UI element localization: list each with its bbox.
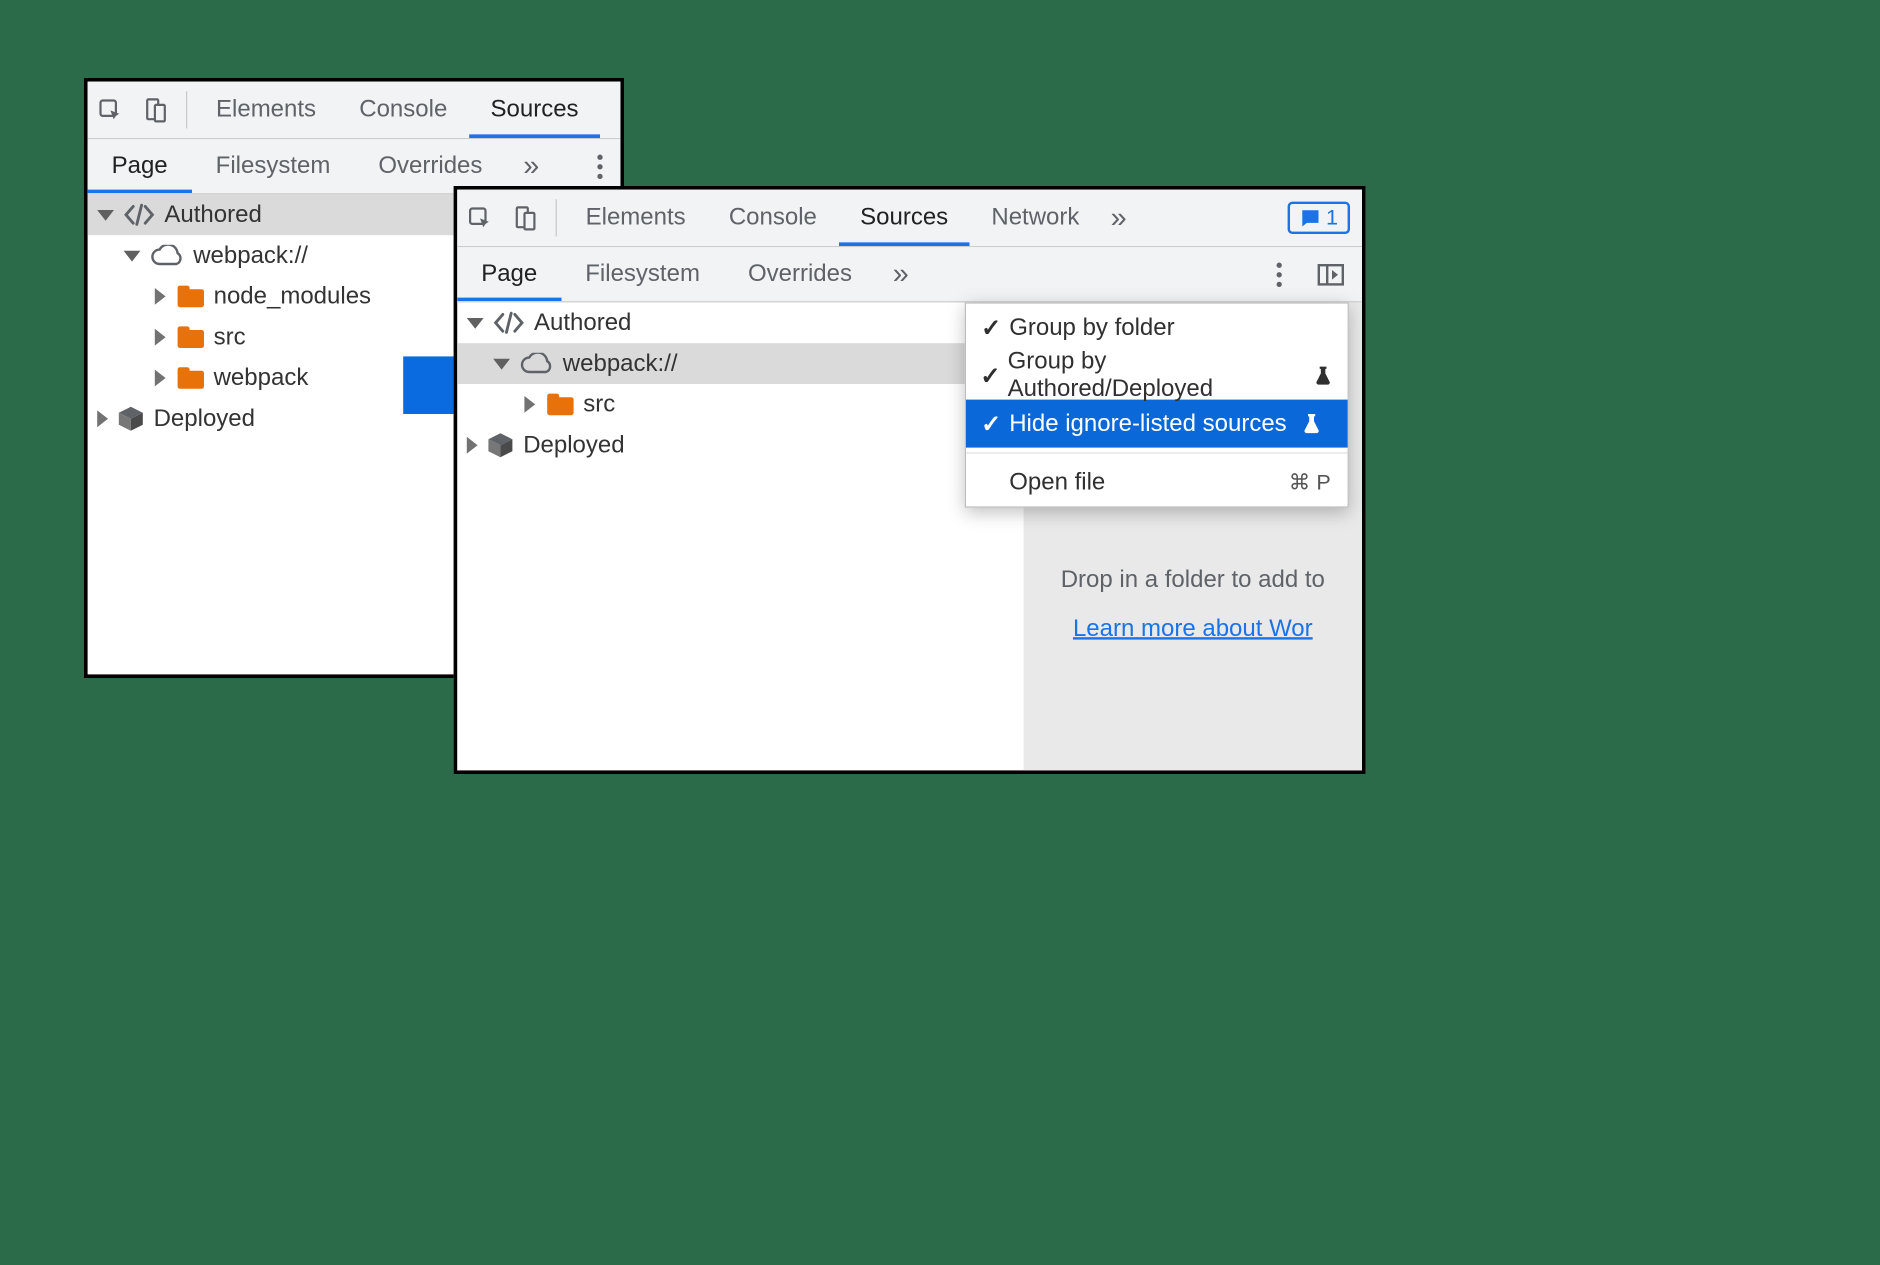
subtab-filesystem[interactable]: Filesystem (192, 139, 355, 193)
beaker-icon (1315, 366, 1331, 385)
device-toggle-icon[interactable] (503, 190, 549, 246)
menu-label: Group by Authored/Deployed (1008, 348, 1299, 403)
menu-group-by-folder[interactable]: ✓ Group by folder (966, 304, 1348, 352)
checkmark-icon: ✓ (978, 313, 1004, 343)
menu-group-by-authored[interactable]: ✓ Group by Authored/Deployed (966, 352, 1348, 400)
folder-icon (178, 326, 204, 348)
disclosure-down-icon (493, 358, 510, 369)
beaker-icon (1303, 414, 1320, 433)
tree-label: Authored (534, 309, 631, 337)
code-brackets-icon (493, 311, 524, 335)
folder-icon (178, 367, 204, 389)
menu-separator (966, 452, 1348, 453)
main-tab-bar: Elements Console Sources Network » 1 (457, 190, 1362, 248)
collapse-sidebar-icon[interactable] (1300, 247, 1362, 301)
disclosure-down-icon (124, 250, 141, 261)
tree-label: Deployed (523, 431, 624, 459)
tree-label: webpack (214, 364, 309, 392)
tab-console[interactable]: Console (707, 190, 838, 246)
inspect-icon[interactable] (457, 190, 503, 246)
kebab-menu-icon[interactable] (1259, 247, 1300, 301)
learn-more-link[interactable]: Learn more about Wor (1073, 616, 1313, 642)
devtools-panel-after: Elements Console Sources Network » 1 Pag… (454, 186, 1366, 774)
tree-label: Authored (164, 201, 261, 229)
tree-label: webpack:// (563, 350, 678, 378)
more-tabs-icon[interactable]: » (1101, 190, 1136, 246)
menu-shortcut: ⌘ P (1289, 470, 1331, 495)
disclosure-down-icon (97, 209, 114, 220)
tab-elements[interactable]: Elements (564, 190, 707, 246)
disclosure-right-icon (524, 396, 535, 413)
tab-sources[interactable]: Sources (469, 82, 600, 138)
folder-icon (178, 286, 204, 308)
tab-elements[interactable]: Elements (194, 82, 337, 138)
tree-label: Deployed (154, 405, 255, 433)
tree-label: webpack:// (193, 242, 308, 270)
menu-label: Open file (1009, 469, 1105, 497)
subtab-page[interactable]: Page (457, 247, 561, 301)
tab-sources[interactable]: Sources (839, 190, 970, 246)
more-tabs-icon[interactable]: » (876, 247, 926, 301)
tree-label: src (214, 323, 246, 351)
cube-icon (487, 432, 513, 458)
toolbar-divider (556, 199, 557, 236)
issues-count: 1 (1326, 205, 1338, 230)
menu-label: Group by folder (1009, 314, 1174, 342)
subtab-page[interactable]: Page (88, 139, 192, 193)
subtab-overrides[interactable]: Overrides (724, 247, 876, 301)
tab-console[interactable]: Console (338, 82, 469, 138)
disclosure-right-icon (155, 329, 166, 346)
tree-context-menu: ✓ Group by folder ✓ Group by Authored/De… (965, 302, 1349, 507)
device-toggle-icon[interactable] (133, 82, 179, 138)
message-icon (1300, 207, 1322, 229)
cloud-icon (520, 353, 554, 375)
workspace-hint-text: Drop in a folder to add to (1040, 566, 1345, 594)
code-brackets-icon (124, 203, 155, 227)
toolbar-divider (186, 91, 187, 128)
main-tab-bar: Elements Console Sources (88, 82, 621, 140)
disclosure-right-icon (467, 437, 478, 454)
disclosure-down-icon (467, 317, 484, 328)
tab-network[interactable]: Network (970, 190, 1101, 246)
cloud-icon (150, 245, 184, 267)
checkmark-icon: ✓ (978, 409, 1004, 439)
disclosure-right-icon (155, 288, 166, 305)
menu-label: Hide ignore-listed sources (1009, 410, 1286, 438)
tree-webpack-root[interactable]: webpack:// (457, 343, 1023, 384)
tree-label: node_modules (214, 283, 371, 311)
menu-open-file[interactable]: Open file ⌘ P (966, 458, 1348, 506)
sources-subtab-bar: Page Filesystem Overrides » (457, 247, 1362, 302)
menu-hide-ignore-listed[interactable]: ✓ Hide ignore-listed sources (966, 400, 1348, 448)
folder-icon (547, 394, 573, 416)
subtab-filesystem[interactable]: Filesystem (561, 247, 724, 301)
inspect-icon[interactable] (88, 82, 134, 138)
disclosure-right-icon (155, 370, 166, 387)
issues-badge[interactable]: 1 (1288, 202, 1350, 234)
disclosure-right-icon (97, 410, 108, 427)
tree-label: src (583, 391, 615, 419)
cube-icon (118, 406, 144, 432)
checkmark-icon: ✓ (978, 361, 1003, 391)
